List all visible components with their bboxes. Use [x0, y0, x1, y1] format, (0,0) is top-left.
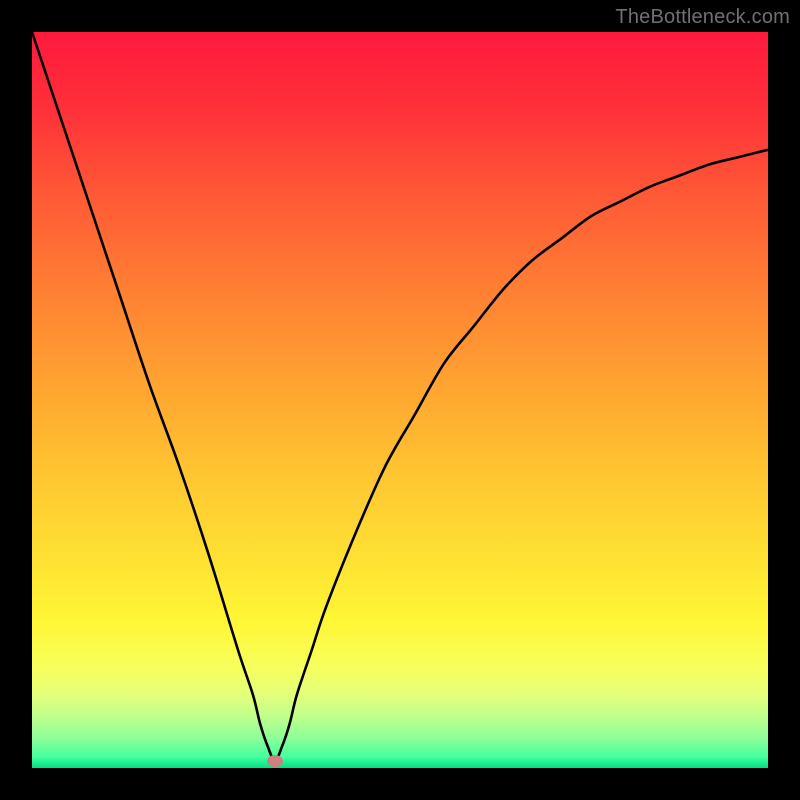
curve-layer — [32, 32, 768, 768]
bottleneck-curve — [32, 32, 768, 761]
optimal-marker — [267, 755, 283, 767]
plot-area — [32, 32, 768, 768]
chart-container: TheBottleneck.com — [0, 0, 800, 800]
watermark-text: TheBottleneck.com — [615, 6, 790, 29]
